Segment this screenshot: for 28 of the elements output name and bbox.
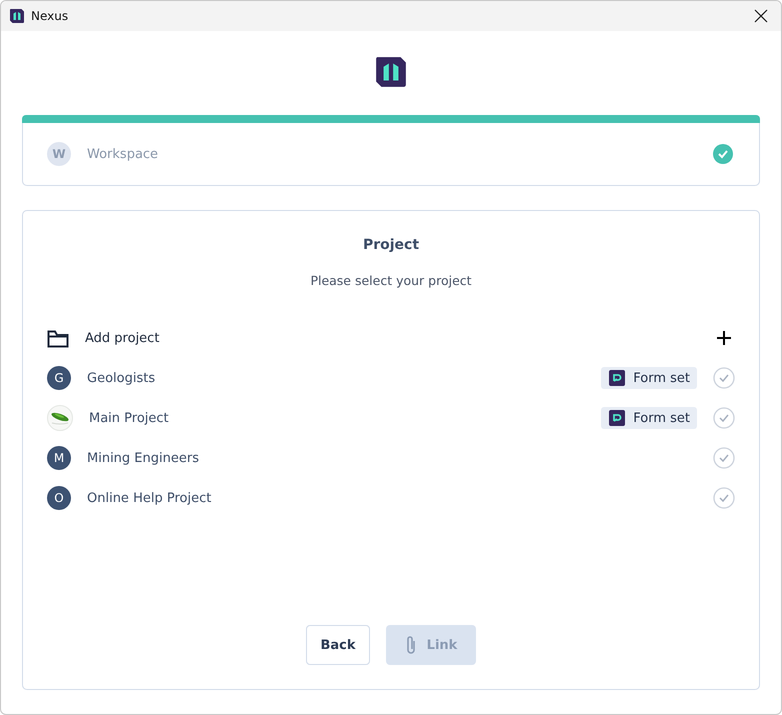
folder-icon — [47, 328, 69, 348]
form-set-icon — [609, 370, 626, 386]
close-button[interactable] — [753, 8, 769, 24]
select-check-icon[interactable] — [713, 487, 735, 509]
paperclip-icon — [404, 635, 417, 655]
app-logo — [9, 8, 25, 24]
card-title: Project — [362, 237, 420, 253]
card-subtitle: Please select your project — [309, 273, 473, 288]
form-set-icon — [609, 410, 626, 426]
project-name[interactable]: Geologists — [87, 370, 586, 386]
project-avatar: O — [47, 486, 71, 510]
back-button[interactable]: Back — [306, 625, 370, 665]
select-check-icon[interactable] — [713, 447, 735, 469]
workspace-label: Workspace — [87, 146, 160, 162]
workspace-avatar: W — [47, 142, 71, 166]
add-icon[interactable] — [717, 331, 731, 345]
tag-label: Form set — [633, 410, 690, 426]
project-avatar: G — [47, 366, 71, 390]
project-name[interactable]: Main Project — [89, 410, 586, 426]
tag-label: Form set — [633, 370, 690, 386]
logo — [374, 55, 408, 89]
select-check-icon[interactable] — [713, 407, 735, 429]
select-check-icon[interactable] — [713, 367, 735, 389]
project-name[interactable]: Mining Engineers — [87, 450, 697, 466]
project-avatar: M — [47, 446, 71, 470]
window-title: Nexus — [31, 9, 70, 23]
project-name[interactable]: Online Help Project — [87, 490, 697, 506]
add-project-link[interactable]: Add project — [85, 330, 701, 346]
